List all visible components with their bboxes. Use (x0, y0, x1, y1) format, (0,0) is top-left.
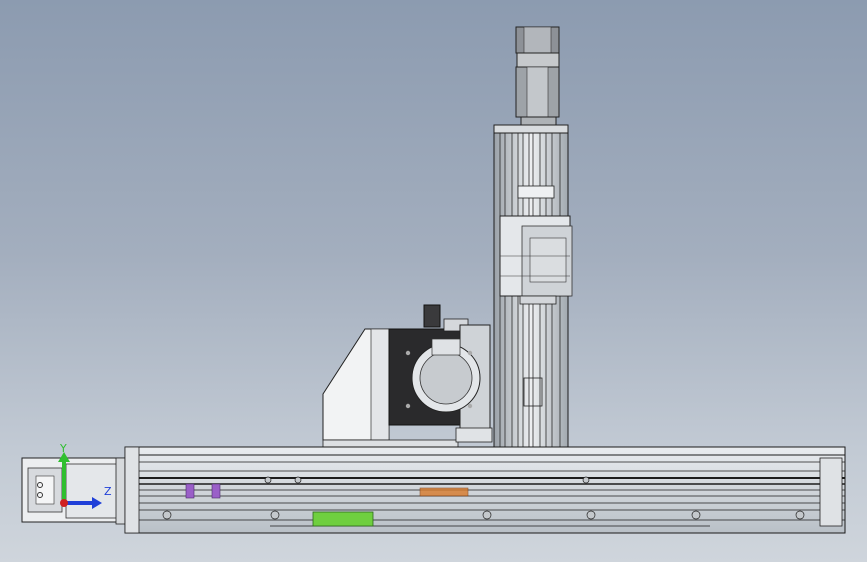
horizontal-rail (124, 446, 846, 534)
end-drive-block (21, 457, 129, 525)
triad-z-label: Z (104, 485, 112, 498)
vertical-motor (515, 26, 560, 126)
triad-y-label: Y (60, 442, 67, 455)
angled-bracket (322, 328, 390, 441)
vertical-linear-module (493, 124, 573, 479)
cad-model-drawing (21, 26, 846, 534)
servo-motor (388, 304, 491, 438)
cad-viewport[interactable]: Y Z (0, 0, 867, 562)
